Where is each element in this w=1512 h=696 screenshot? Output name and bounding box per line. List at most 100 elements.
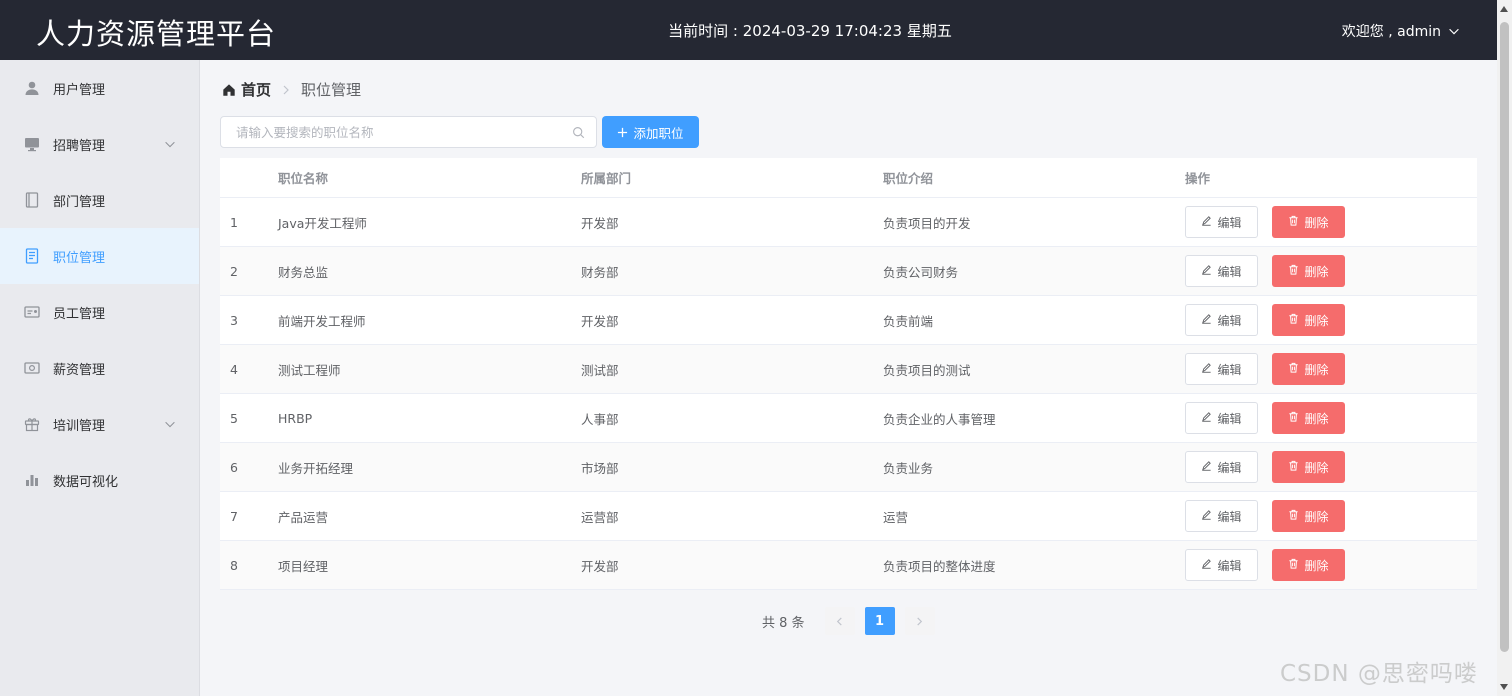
cell-operations: 编辑 删除	[1185, 402, 1477, 434]
delete-button[interactable]: 删除	[1272, 304, 1345, 336]
trash-icon	[1288, 460, 1299, 474]
delete-button[interactable]: 删除	[1272, 353, 1345, 385]
cell-index: 4	[230, 361, 238, 377]
edit-icon	[1201, 411, 1212, 425]
chevron-left-icon	[836, 616, 842, 626]
cell-operations: 编辑 删除	[1185, 304, 1477, 336]
add-position-button[interactable]: 添加职位	[602, 116, 699, 148]
cell-position-name: HRBP	[278, 410, 313, 426]
user-greeting: 欢迎您 , admin	[1341, 24, 1441, 40]
scroll-down-arrow-icon[interactable]	[1500, 684, 1508, 690]
table-row: 1 Java开发工程师 开发部 负责项目的开发 编辑 删除	[220, 198, 1477, 247]
cell-position-name: 测试工程师	[278, 362, 341, 378]
page-number-button[interactable]: 1	[864, 607, 895, 635]
edit-button[interactable]: 编辑	[1185, 206, 1258, 238]
chevron-right-icon	[917, 616, 923, 626]
chevron-down-icon	[163, 417, 177, 431]
chevron-down-icon	[1449, 28, 1459, 35]
delete-button[interactable]: 删除	[1272, 500, 1345, 532]
page-scrollbar[interactable]	[1497, 0, 1512, 696]
gift-box-icon	[24, 416, 40, 432]
delete-button[interactable]: 删除	[1272, 402, 1345, 434]
edit-button[interactable]: 编辑	[1185, 500, 1258, 532]
sidebar-item-label: 部门管理	[53, 194, 106, 210]
trash-icon	[1288, 215, 1299, 229]
cell-position-name: 项目经理	[278, 558, 329, 574]
cell-index: 1	[230, 214, 238, 230]
table-row: 6 业务开拓经理 市场部 负责业务 编辑 删除	[220, 443, 1477, 492]
table-row: 8 项目经理 开发部 负责项目的整体进度 编辑 删除	[220, 541, 1477, 590]
sidebar-item[interactable]: 数据可视化	[0, 452, 199, 508]
search-input[interactable]	[221, 117, 596, 147]
search-icon[interactable]	[572, 126, 585, 139]
bar-chart-icon	[24, 472, 40, 488]
cell-description: 负责项目的测试	[883, 362, 971, 378]
cell-index: 6	[230, 459, 238, 475]
edit-button[interactable]: 编辑	[1185, 304, 1258, 336]
table-header: 职位名称 所属部门 职位介绍 操作	[220, 158, 1477, 198]
edit-label: 编辑	[1217, 509, 1242, 524]
delete-button[interactable]: 删除	[1272, 206, 1345, 238]
cell-description: 负责项目的开发	[883, 215, 971, 231]
edit-icon	[1201, 264, 1212, 278]
cell-description: 运营	[883, 509, 909, 525]
breadcrumb-home[interactable]: 首页	[241, 79, 271, 100]
edit-icon	[1201, 460, 1212, 474]
edit-button[interactable]: 编辑	[1185, 451, 1258, 483]
table-row: 2 财务总监 财务部 负责公司财务 编辑 删除	[220, 247, 1477, 296]
edit-label: 编辑	[1217, 264, 1242, 279]
edit-icon	[1201, 362, 1212, 376]
cell-department: 测试部	[581, 362, 619, 378]
cell-operations: 编辑 删除	[1185, 549, 1477, 581]
edit-label: 编辑	[1217, 215, 1242, 230]
trash-icon	[1288, 558, 1299, 572]
edit-button[interactable]: 编辑	[1185, 549, 1258, 581]
top-header: 人力资源管理平台 当前时间 : 2024-03-29 17:04:23 星期五 …	[0, 0, 1497, 60]
scroll-thumb[interactable]	[1500, 22, 1509, 652]
sidebar-item[interactable]: 部门管理	[0, 172, 199, 228]
sidebar-item[interactable]: 招聘管理	[0, 116, 199, 172]
sidebar-item[interactable]: 薪资管理	[0, 340, 199, 396]
edit-icon	[1201, 509, 1212, 523]
sidebar: 用户管理招聘管理部门管理职位管理员工管理 薪资管理 培训管理 数据可视化	[0, 60, 200, 696]
scroll-up-arrow-icon[interactable]	[1500, 6, 1508, 12]
delete-label: 删除	[1304, 264, 1329, 279]
cell-department: 财务部	[581, 264, 619, 280]
chevron-down-icon	[163, 137, 177, 151]
sidebar-item-label: 用户管理	[53, 82, 106, 98]
next-page-button[interactable]	[904, 607, 935, 635]
cell-position-name: 前端开发工程师	[278, 313, 366, 329]
cell-position-name: 业务开拓经理	[278, 460, 354, 476]
column-header-desc: 职位介绍	[883, 171, 934, 186]
sidebar-item[interactable]: 员工管理	[0, 284, 199, 340]
edit-button[interactable]: 编辑	[1185, 255, 1258, 287]
edit-icon	[1201, 313, 1212, 327]
cell-operations: 编辑 删除	[1185, 206, 1477, 238]
user-menu[interactable]: 欢迎您 , admin	[1342, 21, 1461, 41]
edit-button[interactable]: 编辑	[1185, 353, 1258, 385]
cell-position-name: Java开发工程师	[278, 215, 367, 231]
cell-description: 负责项目的整体进度	[883, 558, 996, 574]
edit-label: 编辑	[1217, 460, 1242, 475]
table-body: 1 Java开发工程师 开发部 负责项目的开发 编辑 删除 2 财务总监 财务部 负责公司财务 编辑…	[220, 198, 1477, 590]
sidebar-item[interactable]: 培训管理	[0, 396, 199, 452]
clock-text: 当前时间 : 2024-03-29 17:04:23 星期五	[668, 22, 952, 40]
cell-department: 人事部	[581, 411, 619, 427]
sidebar-item[interactable]: 职位管理	[0, 228, 199, 284]
delete-button[interactable]: 删除	[1272, 549, 1345, 581]
delete-button[interactable]: 删除	[1272, 451, 1345, 483]
sidebar-item-label: 职位管理	[53, 250, 106, 266]
delete-button[interactable]: 删除	[1272, 255, 1345, 287]
edit-button[interactable]: 编辑	[1185, 402, 1258, 434]
pagination-total: 共 8 条	[762, 615, 805, 631]
cell-description: 负责前端	[883, 313, 934, 329]
sidebar-item-label: 招聘管理	[53, 138, 106, 154]
cell-index: 5	[230, 410, 238, 426]
cell-description: 负责公司财务	[883, 264, 959, 280]
prev-page-button[interactable]	[824, 607, 855, 635]
column-header-name: 职位名称	[278, 171, 329, 186]
sidebar-item[interactable]: 用户管理	[0, 60, 199, 116]
cell-department: 开发部	[581, 313, 619, 329]
trash-icon	[1288, 264, 1299, 278]
cell-operations: 编辑 删除	[1185, 451, 1477, 483]
